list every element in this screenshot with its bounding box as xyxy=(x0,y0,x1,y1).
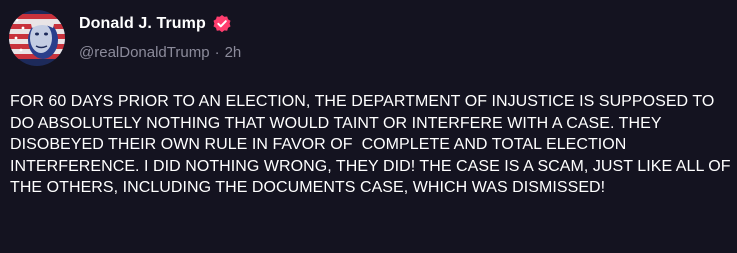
user-handle[interactable]: @realDonaldTrump xyxy=(79,44,210,61)
verified-badge-icon xyxy=(212,14,232,34)
post-timestamp[interactable]: 2h xyxy=(225,44,242,61)
meta-separator: · xyxy=(214,43,220,61)
post-card: Donald J. Trump @realDonaldTrump · 2h FO… xyxy=(0,0,737,253)
avatar-image xyxy=(9,10,65,66)
post-text: FOR 60 DAYS PRIOR TO AN ELECTION, THE DE… xyxy=(10,93,735,196)
post-header: Donald J. Trump @realDonaldTrump · 2h xyxy=(79,13,241,62)
name-row: Donald J. Trump xyxy=(79,13,241,35)
meta-row: @realDonaldTrump · 2h xyxy=(79,42,241,62)
avatar[interactable] xyxy=(9,10,65,66)
display-name[interactable]: Donald J. Trump xyxy=(79,15,206,33)
